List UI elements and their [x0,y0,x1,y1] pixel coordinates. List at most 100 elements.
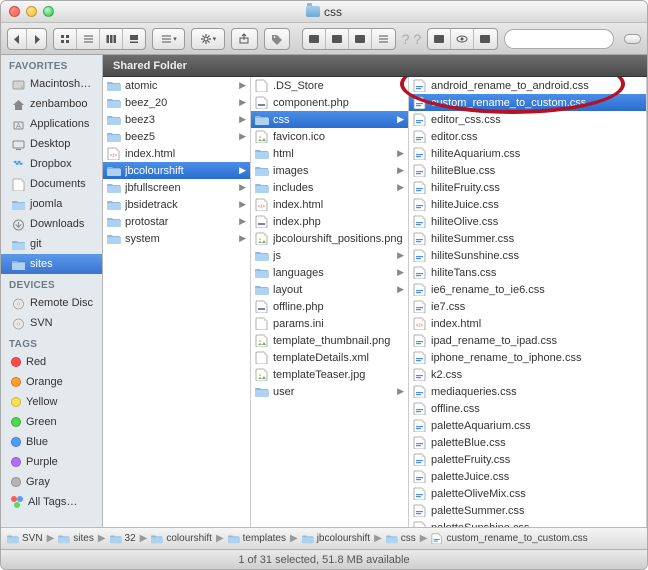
sidebar-item-blue[interactable]: Blue [1,432,102,452]
titlebar[interactable]: css [1,1,647,23]
file-row[interactable]: paletteAquarium.css [409,417,646,434]
action-button[interactable]: ▾ [191,28,225,50]
mid-btn-3[interactable] [349,29,372,49]
help-icon-2[interactable]: ? [414,31,422,47]
file-row[interactable]: paletteBlue.css [409,434,646,451]
file-row[interactable]: params.ini [251,315,408,332]
file-row[interactable]: index.php [251,213,408,230]
file-row[interactable]: iphone_rename_to_iphone.css [409,349,646,366]
file-row[interactable]: template_thumbnail.png [251,332,408,349]
file-row[interactable]: ipad_rename_to_ipad.css [409,332,646,349]
file-row[interactable]: hiliteJuice.css [409,196,646,213]
sidebar-item-joomla[interactable]: joomla [1,194,102,214]
path-segment[interactable]: jbcolourshift [300,533,372,544]
forward-button[interactable] [27,29,46,49]
mid-btn-2[interactable] [326,29,349,49]
sidebar-item-documents[interactable]: Documents [1,174,102,194]
file-row[interactable]: system▶ [103,230,250,247]
sidebar-item-green[interactable]: Green [1,412,102,432]
file-row[interactable]: protostar▶ [103,213,250,230]
sidebar-item-purple[interactable]: Purple [1,452,102,472]
tags-button[interactable] [264,28,291,50]
file-row[interactable]: hiliteOlive.css [409,213,646,230]
list-view-button[interactable] [77,29,100,49]
mid-btn-5[interactable] [428,29,451,49]
file-row[interactable]: js▶ [251,247,408,264]
file-row[interactable]: index.html [409,315,646,332]
file-row[interactable]: jbcolourshift_positions.png [251,230,408,247]
file-row[interactable]: editor.css [409,128,646,145]
file-row[interactable]: templateTeaser.jpg [251,366,408,383]
mid-btn-7[interactable] [474,29,497,49]
column-browser[interactable]: atomic▶beez_20▶beez3▶beez5▶index.htmljbc… [103,77,647,527]
icon-view-button[interactable] [54,29,77,49]
file-row[interactable]: hiliteAquarium.css [409,145,646,162]
file-row[interactable]: paletteFruity.css [409,451,646,468]
file-row[interactable]: ie6_rename_to_ie6.css [409,281,646,298]
zoom-icon[interactable] [43,6,54,17]
file-row[interactable]: hiliteFruity.css [409,179,646,196]
minimize-icon[interactable] [26,6,37,17]
column-3[interactable]: android_rename_to_android.csscustom_rena… [409,77,647,527]
file-row[interactable]: atomic▶ [103,77,250,94]
file-row[interactable]: jbsidetrack▶ [103,196,250,213]
file-row[interactable]: beez5▶ [103,128,250,145]
sidebar-item-svn[interactable]: SVN [1,313,102,333]
file-row[interactable]: offline.css [409,400,646,417]
close-icon[interactable] [9,6,20,17]
sidebar-item-orange[interactable]: Orange [1,372,102,392]
sidebar-item-git[interactable]: git [1,234,102,254]
file-row[interactable]: html▶ [251,145,408,162]
mid-btn-6[interactable] [451,29,474,49]
file-row[interactable]: ie7.css [409,298,646,315]
file-row[interactable]: custom_rename_to_custom.css [409,94,646,111]
file-row[interactable]: jbfullscreen▶ [103,179,250,196]
file-row[interactable]: user▶ [251,383,408,400]
file-row[interactable]: editor_css.css [409,111,646,128]
file-row[interactable]: index.html [103,145,250,162]
file-row[interactable]: android_rename_to_android.css [409,77,646,94]
path-bar[interactable]: SVN▶sites▶32▶colourshift▶templates▶jbcol… [1,527,647,549]
column-view-button[interactable] [100,29,123,49]
file-row[interactable]: layout▶ [251,281,408,298]
arrange-button[interactable]: ▾ [152,28,184,50]
file-row[interactable]: component.php [251,94,408,111]
file-row[interactable]: mediaqueries.css [409,383,646,400]
path-segment[interactable]: SVN [5,533,45,544]
help-icon-1[interactable]: ? [402,31,410,47]
sidebar-item-remote-disc[interactable]: Remote Disc [1,293,102,313]
sidebar-item-yellow[interactable]: Yellow [1,392,102,412]
sidebar-item-desktop[interactable]: Desktop [1,134,102,154]
column-1[interactable]: atomic▶beez_20▶beez3▶beez5▶index.htmljbc… [103,77,251,527]
coverflow-view-button[interactable] [123,29,146,49]
file-row[interactable]: paletteSummer.css [409,502,646,519]
file-row[interactable]: hiliteTans.css [409,264,646,281]
file-row[interactable]: paletteSunshine.css [409,519,646,527]
search-field[interactable] [504,29,614,49]
sidebar-item-macintosh-[interactable]: Macintosh… [1,74,102,94]
file-row[interactable]: .DS_Store [251,77,408,94]
file-row[interactable]: offline.php [251,298,408,315]
file-row[interactable]: hiliteSunshine.css [409,247,646,264]
file-row[interactable]: beez_20▶ [103,94,250,111]
path-segment[interactable]: custom_rename_to_custom.css [429,533,589,544]
sidebar-item-downloads[interactable]: Downloads [1,214,102,234]
file-row[interactable]: languages▶ [251,264,408,281]
file-row[interactable]: hiliteBlue.css [409,162,646,179]
sidebar-item-sites[interactable]: sites [1,254,102,274]
path-segment[interactable]: templates [226,533,288,544]
file-row[interactable]: paletteJuice.css [409,468,646,485]
mid-btn-4[interactable] [372,29,395,49]
file-row[interactable]: templateDetails.xml [251,349,408,366]
file-row[interactable]: favicon.ico [251,128,408,145]
sidebar-item-all-tags-[interactable]: All Tags… [1,492,102,512]
sidebar-item-applications[interactable]: Applications [1,114,102,134]
sidebar-item-dropbox[interactable]: Dropbox [1,154,102,174]
column-2[interactable]: .DS_Storecomponent.phpcss▶favicon.icohtm… [251,77,409,527]
share-button[interactable] [231,28,258,50]
file-row[interactable]: jbcolourshift▶ [103,162,250,179]
path-segment[interactable]: 32 [108,533,138,544]
file-row[interactable]: paletteOliveMix.css [409,485,646,502]
file-row[interactable]: k2.css [409,366,646,383]
sidebar-item-gray[interactable]: Gray [1,472,102,492]
